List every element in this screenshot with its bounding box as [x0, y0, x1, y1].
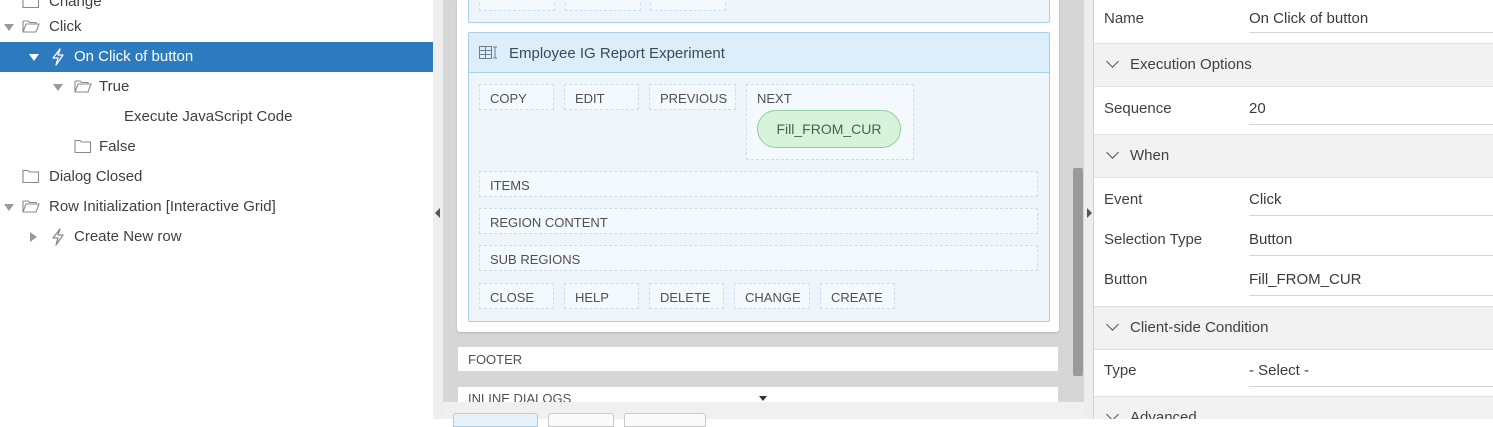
folder-icon — [22, 0, 40, 9]
chevron-down-icon — [1106, 146, 1119, 159]
prop-event-row: Event Click — [1094, 180, 1493, 220]
tree-node-label: Execute JavaScript Code — [124, 108, 293, 125]
slot-above-1[interactable] — [479, 0, 555, 11]
property-editor: Name On Click of button Execution Option… — [1093, 0, 1493, 419]
section-client-condition-title: Client-side Condition — [1130, 319, 1269, 336]
prop-sequence-input[interactable]: 20 — [1249, 100, 1493, 125]
ig-region-header[interactable]: Employee IG Report Experiment — [469, 33, 1049, 73]
tree-node-label: Click — [49, 18, 82, 35]
folder-icon — [22, 168, 40, 184]
prop-name-row: Name On Click of button — [1094, 0, 1493, 40]
ig-region-title: Employee IG Report Experiment — [509, 45, 725, 62]
rendering-tree: Change Click On Click of button True Execute… — [0, 0, 434, 419]
slot-sub-regions[interactable]: SUB REGIONS — [479, 245, 1038, 271]
slot-region-content[interactable]: REGION CONTENT — [479, 208, 1038, 234]
prop-button-select[interactable]: Fill_FROM_CUR — [1249, 271, 1493, 296]
prop-selection-type-row: Selection Type Button — [1094, 220, 1493, 260]
folder-open-icon — [22, 18, 40, 34]
slot-above-2[interactable] — [565, 0, 641, 11]
slot-above-3[interactable] — [650, 0, 726, 11]
prop-selection-type-select[interactable]: Button — [1249, 231, 1493, 256]
expand-down-icon[interactable] — [29, 54, 39, 61]
collapse-right-icon — [1087, 208, 1092, 218]
interactive-grid-icon — [479, 46, 497, 59]
section-when-title: When — [1130, 147, 1170, 164]
tree-node[interactable]: False — [0, 132, 433, 162]
chevron-down-icon — [1106, 318, 1119, 331]
tree-node[interactable]: Execute JavaScript Code — [0, 102, 433, 132]
tree-node[interactable]: On Click of button — [0, 42, 433, 72]
prop-name-input[interactable]: On Click of button — [1249, 10, 1493, 33]
folder-open-icon — [74, 78, 92, 94]
tree-node[interactable]: True — [0, 72, 433, 102]
prop-type-select[interactable]: - Select - — [1249, 362, 1493, 387]
prop-button-row: Button Fill_FROM_CUR — [1094, 260, 1493, 300]
tree-node[interactable]: Row Initialization [Interactive Grid] — [0, 192, 433, 222]
chevron-down-icon — [1106, 408, 1119, 419]
lightning-icon — [49, 228, 67, 246]
prop-selection-type-label: Selection Type — [1104, 231, 1203, 248]
prop-type-row: Type - Select - — [1094, 351, 1493, 391]
gallery-panel — [443, 402, 1085, 419]
slot-items[interactable]: ITEMS — [479, 171, 1038, 197]
folder-open-icon — [22, 198, 40, 214]
tree-node-label: True — [99, 78, 130, 95]
section-client-side-condition[interactable]: Client-side Condition — [1094, 306, 1493, 350]
expand-down-icon[interactable] — [4, 24, 14, 31]
folder-icon — [74, 138, 92, 154]
prop-event-label: Event — [1104, 191, 1143, 208]
section-advanced-title: Advanced — [1130, 409, 1197, 419]
prop-event-select[interactable]: Click — [1249, 191, 1493, 216]
collapse-left-icon — [435, 208, 440, 218]
expand-down-icon[interactable] — [53, 84, 63, 91]
prop-type-label: Type — [1104, 362, 1137, 379]
slot-change[interactable]: CHANGE — [734, 283, 810, 309]
gallery-tab-regions[interactable] — [453, 413, 538, 427]
section-execution-options[interactable]: Execution Options — [1094, 43, 1493, 87]
slot-previous[interactable]: PREVIOUS — [649, 84, 736, 110]
tree-node[interactable]: Create New row — [0, 222, 433, 252]
section-when[interactable]: When — [1094, 134, 1493, 178]
tree-node-label: False — [99, 138, 136, 155]
button-fill-from-cur[interactable]: Fill_FROM_CUR — [757, 110, 901, 148]
tree-node-label: Create New row — [74, 228, 182, 245]
expand-down-icon[interactable] — [4, 204, 14, 211]
tree-node-label: Row Initialization [Interactive Grid] — [49, 198, 276, 215]
gallery-tab-buttons[interactable] — [624, 413, 706, 427]
prop-name-label: Name — [1104, 10, 1145, 27]
tree-node-label: Change — [49, 0, 102, 10]
prop-sequence-row: Sequence 20 — [1094, 89, 1493, 129]
slot-copy[interactable]: COPY — [479, 84, 554, 110]
tree-node[interactable]: Dialog Closed — [0, 162, 433, 192]
gallery-toggle-icon[interactable] — [759, 396, 767, 401]
region-above — [468, 0, 1050, 23]
tree-node-label: On Click of button — [74, 48, 194, 65]
expand-right-icon[interactable] — [30, 232, 37, 242]
prop-sequence-label: Sequence — [1104, 100, 1172, 117]
lightning-icon — [49, 48, 67, 66]
footer-bar[interactable]: FOOTER — [457, 346, 1059, 372]
left-splitter[interactable] — [433, 0, 443, 419]
slot-close[interactable]: CLOSE — [479, 283, 554, 309]
gallery-tab-items[interactable] — [548, 413, 614, 427]
chevron-down-icon — [1106, 55, 1119, 68]
slot-help[interactable]: HELP — [564, 283, 639, 309]
prop-button-label: Button — [1104, 271, 1148, 288]
section-execution-title: Execution Options — [1130, 56, 1252, 73]
slot-edit[interactable]: EDIT — [564, 84, 639, 110]
tree-node-label: Dialog Closed — [49, 168, 143, 185]
tree-node[interactable]: Click — [0, 12, 433, 42]
section-advanced[interactable]: Advanced — [1094, 396, 1493, 419]
layout-scrollbar[interactable] — [1073, 168, 1083, 376]
slot-next-label: NEXT — [757, 91, 792, 106]
slot-create[interactable]: CREATE — [820, 283, 895, 309]
slot-delete[interactable]: DELETE — [649, 283, 724, 309]
